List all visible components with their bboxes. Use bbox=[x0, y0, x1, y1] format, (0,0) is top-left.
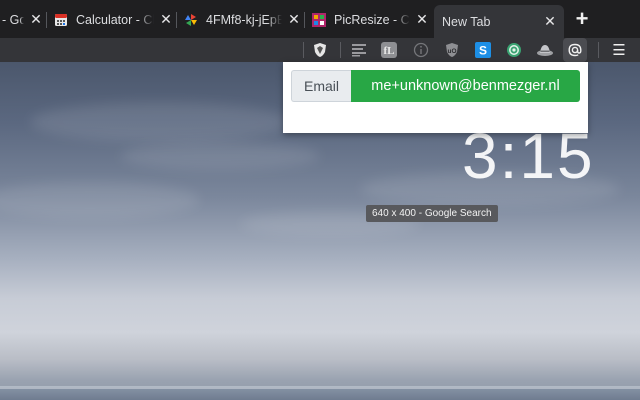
new-tab-button[interactable]: + bbox=[570, 8, 594, 32]
tab-title: Calculator - Chrome bbox=[76, 12, 154, 27]
close-tab-icon[interactable]: ✕ bbox=[158, 11, 174, 28]
toolbar-divider bbox=[340, 42, 341, 58]
tab-new-tab[interactable]: New Tab ✕ bbox=[434, 5, 564, 38]
ublock-icon[interactable]: uO bbox=[441, 39, 463, 61]
shoreline bbox=[0, 386, 640, 400]
toolbar-divider bbox=[598, 42, 599, 58]
info-icon[interactable] bbox=[410, 39, 432, 61]
tab-separator bbox=[46, 12, 47, 28]
tab-title: New Tab bbox=[442, 14, 491, 29]
tab-strip: - Go ✕ Calculator - Chrome ✕ 4FMf8-kj-jE… bbox=[0, 0, 640, 38]
email-alias-icon[interactable] bbox=[563, 38, 587, 62]
close-tab-icon[interactable]: ✕ bbox=[28, 11, 44, 28]
font-extension-icon[interactable]: fL bbox=[378, 39, 400, 61]
tab-picresize[interactable]: PicResize - Crop ✕ bbox=[312, 5, 430, 34]
copy-email-button[interactable]: me+unknown@benmezger.nl bbox=[351, 70, 580, 102]
menu-icon[interactable]: ☰ bbox=[608, 39, 630, 61]
tab-4fmf8[interactable]: 4FMf8-kj-jEpE ✕ bbox=[184, 5, 302, 34]
brave-shield-icon[interactable] bbox=[309, 39, 331, 61]
tab-title: 4FMf8-kj-jEpE bbox=[206, 12, 282, 27]
toolbar-divider bbox=[303, 42, 304, 58]
tab-title: PicResize - Crop bbox=[334, 12, 410, 27]
close-tab-icon[interactable]: ✕ bbox=[542, 13, 558, 30]
calculator-icon bbox=[54, 13, 68, 27]
s-extension-icon[interactable]: S bbox=[472, 39, 494, 61]
tab-separator bbox=[304, 12, 305, 28]
email-label: Email bbox=[291, 70, 351, 102]
cloud-wisp bbox=[120, 142, 320, 170]
tab-calculator[interactable]: Calculator - Chrome ✕ bbox=[54, 5, 174, 34]
tab-google[interactable]: - Go ✕ bbox=[0, 5, 44, 34]
svg-text:S: S bbox=[479, 44, 487, 58]
email-input-group: Email me+unknown@benmezger.nl bbox=[291, 70, 580, 102]
hat-extension-icon[interactable] bbox=[534, 39, 556, 61]
cloud-wisp bbox=[30, 102, 290, 142]
svg-text:uO: uO bbox=[447, 48, 456, 55]
svg-text:fL: fL bbox=[384, 45, 395, 57]
reader-mode-icon[interactable] bbox=[348, 39, 370, 61]
cloud-wisp bbox=[0, 182, 200, 218]
green-circle-extension-icon[interactable] bbox=[503, 39, 525, 61]
tab-title: - Go bbox=[2, 12, 24, 27]
close-tab-icon[interactable]: ✕ bbox=[286, 11, 302, 28]
email-alias-popup: Email me+unknown@benmezger.nl bbox=[283, 62, 588, 133]
browser-toolbar: fL uO S ☰ bbox=[0, 38, 640, 62]
picresize-icon bbox=[312, 12, 326, 27]
pinwheel-icon bbox=[184, 13, 198, 27]
tooltip: 640 x 400 - Google Search bbox=[366, 205, 498, 222]
close-tab-icon[interactable]: ✕ bbox=[414, 11, 430, 28]
tab-separator bbox=[176, 12, 177, 28]
